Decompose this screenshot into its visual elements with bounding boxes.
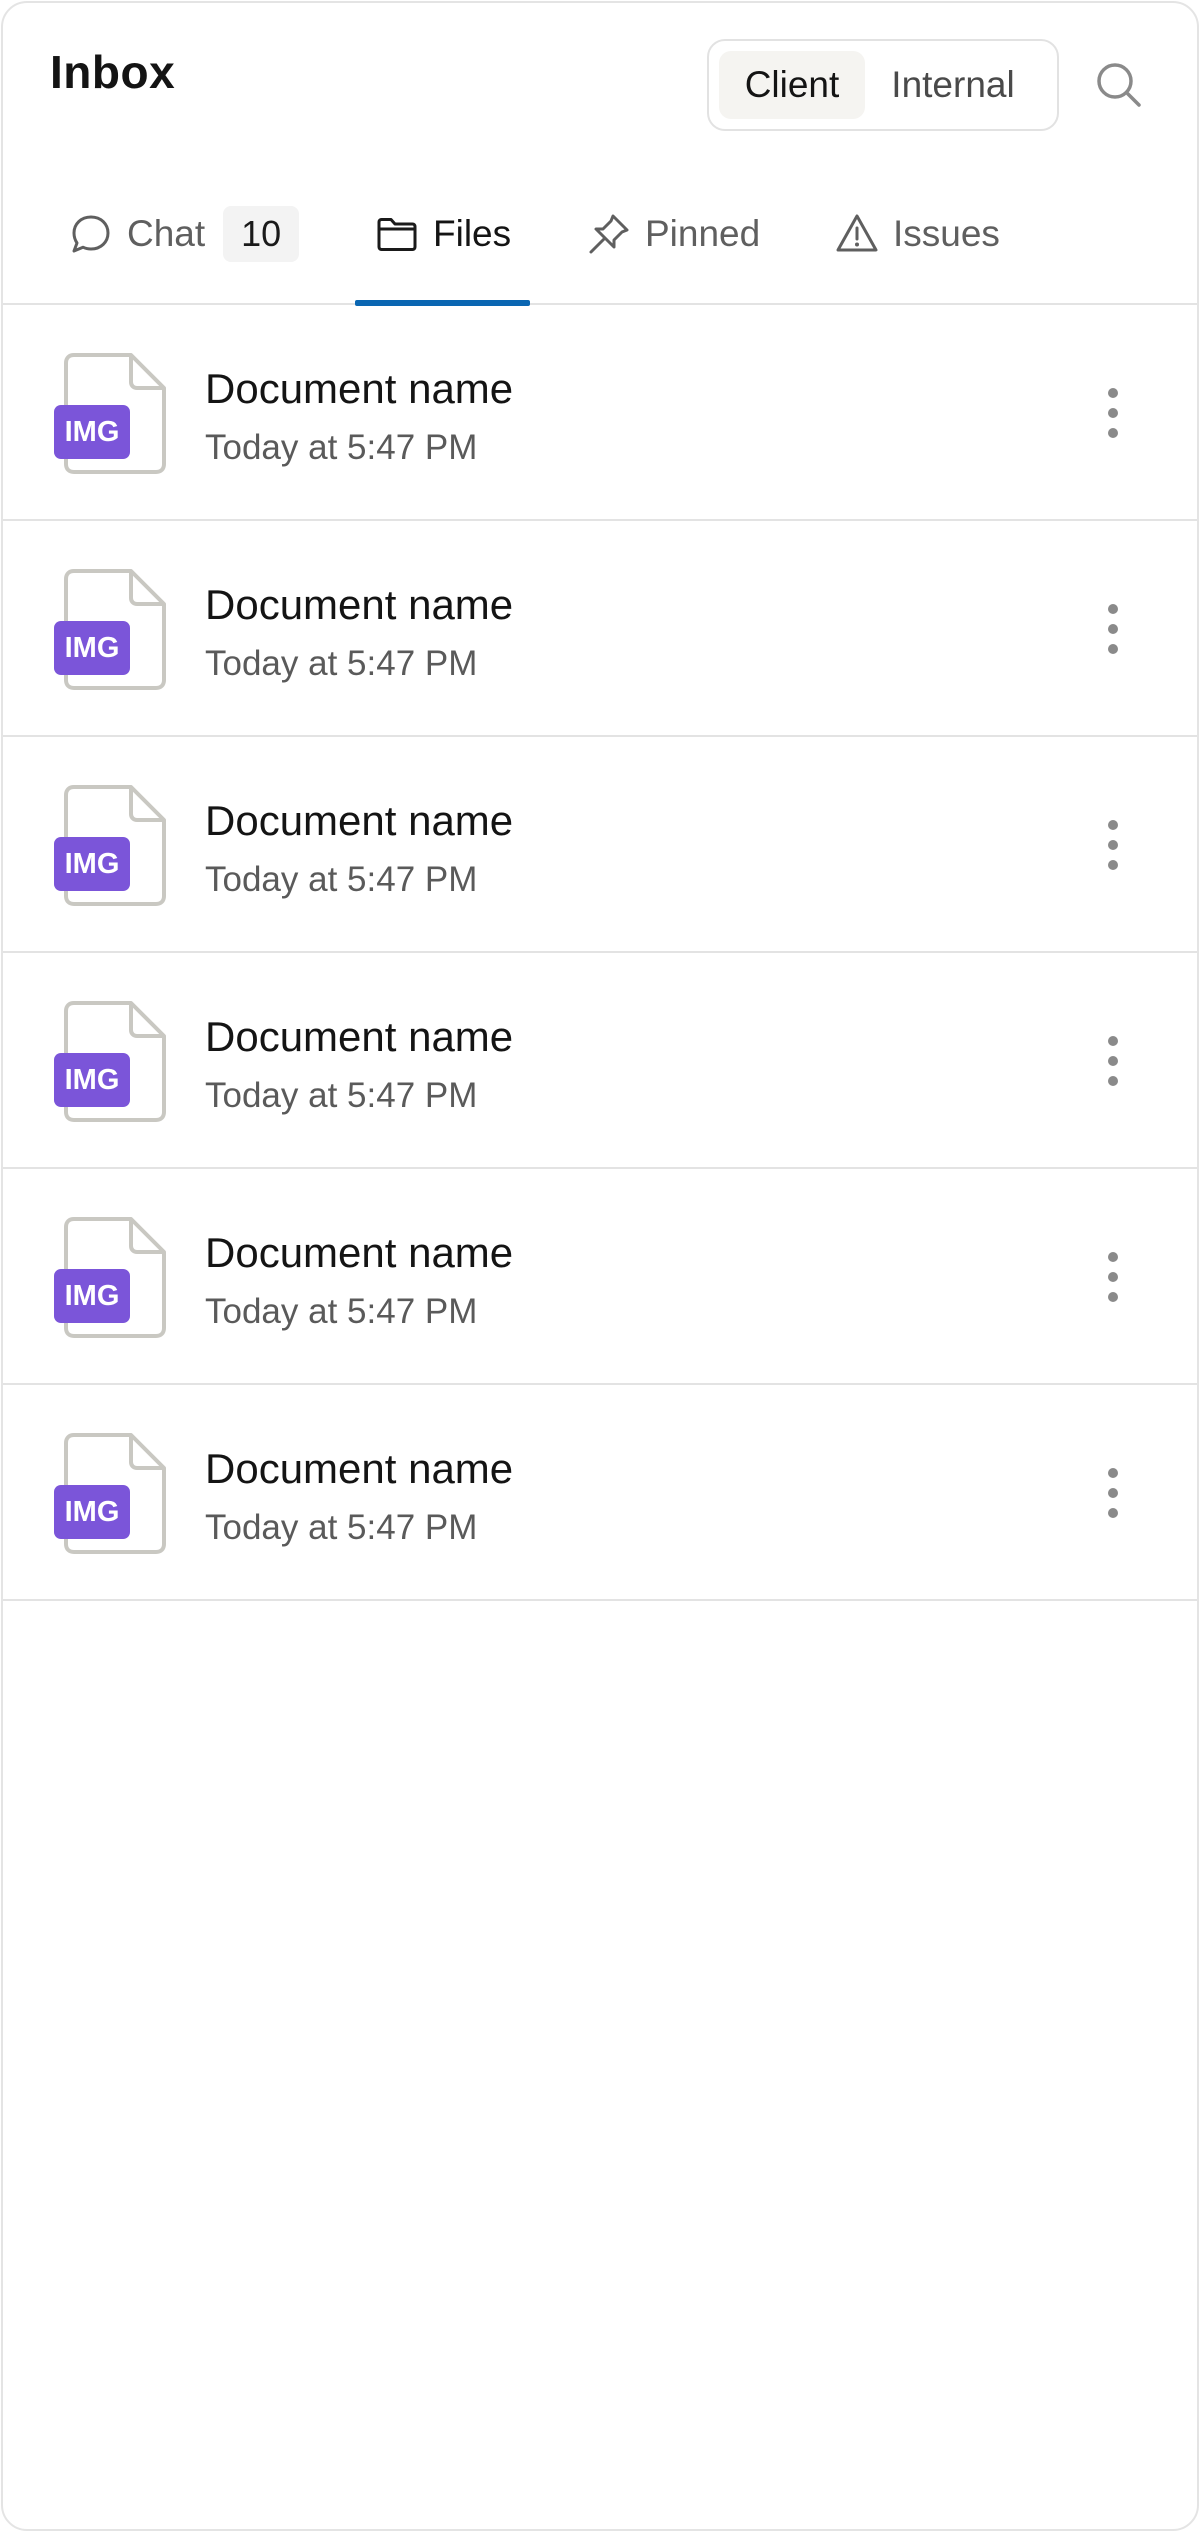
tab-chat[interactable]: Chat 10 bbox=[69, 163, 300, 305]
image-file-icon: IMG bbox=[53, 352, 169, 476]
client-internal-toggle: Client Internal bbox=[707, 39, 1059, 131]
file-timestamp: Today at 5:47 PM bbox=[205, 644, 478, 683]
file-name: Document name bbox=[205, 1445, 514, 1492]
file-timestamp: Today at 5:47 PM bbox=[205, 1292, 478, 1331]
folder-icon bbox=[375, 212, 419, 256]
pin-icon bbox=[587, 212, 631, 256]
file-name: Document name bbox=[205, 1229, 514, 1276]
file-name: Document name bbox=[205, 797, 514, 844]
more-options-icon[interactable] bbox=[1093, 1463, 1133, 1523]
segment-client[interactable]: Client bbox=[719, 51, 865, 119]
file-type-badge: IMG bbox=[65, 1496, 120, 1528]
file-list: IMG Document name Today at 5:47 PM IMG D… bbox=[3, 305, 1197, 1601]
file-row[interactable]: IMG Document name Today at 5:47 PM bbox=[3, 305, 1197, 521]
tab-issues[interactable]: Issues bbox=[835, 163, 1000, 305]
more-options-icon[interactable] bbox=[1093, 383, 1133, 443]
search-icon[interactable] bbox=[1093, 59, 1145, 111]
file-row[interactable]: IMG Document name Today at 5:47 PM bbox=[3, 1385, 1197, 1601]
image-file-icon: IMG bbox=[53, 1000, 169, 1124]
tab-pinned[interactable]: Pinned bbox=[587, 163, 760, 305]
image-file-icon: IMG bbox=[53, 784, 169, 908]
tab-files[interactable]: Files bbox=[375, 163, 511, 305]
file-row[interactable]: IMG Document name Today at 5:47 PM bbox=[3, 1169, 1197, 1385]
tab-files-label: Files bbox=[433, 213, 512, 254]
segment-internal[interactable]: Internal bbox=[869, 51, 1037, 119]
chat-bubble-icon bbox=[69, 212, 113, 256]
more-options-icon[interactable] bbox=[1093, 1247, 1133, 1307]
file-timestamp: Today at 5:47 PM bbox=[205, 1076, 478, 1115]
file-timestamp: Today at 5:47 PM bbox=[205, 860, 478, 899]
tab-pinned-label: Pinned bbox=[645, 213, 761, 254]
file-type-badge: IMG bbox=[65, 632, 120, 664]
image-file-icon: IMG bbox=[53, 1432, 169, 1556]
tab-issues-label: Issues bbox=[893, 213, 1000, 254]
file-name: Document name bbox=[205, 365, 514, 412]
file-timestamp: Today at 5:47 PM bbox=[205, 1508, 478, 1547]
file-timestamp: Today at 5:47 PM bbox=[205, 428, 478, 467]
file-type-badge: IMG bbox=[65, 1064, 120, 1096]
image-file-icon: IMG bbox=[53, 1216, 169, 1340]
file-row[interactable]: IMG Document name Today at 5:47 PM bbox=[3, 737, 1197, 953]
tab-chat-label: Chat bbox=[127, 213, 206, 254]
file-row[interactable]: IMG Document name Today at 5:47 PM bbox=[3, 521, 1197, 737]
image-file-icon: IMG bbox=[53, 568, 169, 692]
file-name: Document name bbox=[205, 1013, 514, 1060]
file-row[interactable]: IMG Document name Today at 5:47 PM bbox=[3, 953, 1197, 1169]
file-type-badge: IMG bbox=[65, 1280, 120, 1312]
file-type-badge: IMG bbox=[65, 416, 120, 448]
more-options-icon[interactable] bbox=[1093, 1031, 1133, 1091]
chat-count-badge: 10 bbox=[223, 206, 300, 262]
file-name: Document name bbox=[205, 581, 514, 628]
page-title: Inbox bbox=[50, 46, 176, 98]
warning-icon bbox=[835, 212, 879, 256]
tab-bar: Chat 10 Files Pinned Issues bbox=[3, 163, 1197, 306]
more-options-icon[interactable] bbox=[1093, 815, 1133, 875]
inbox-panel: Inbox Client Internal Chat 10 Files Pinn… bbox=[1, 1, 1199, 2531]
file-type-badge: IMG bbox=[65, 848, 120, 880]
inbox-header: Inbox Client Internal bbox=[3, 3, 1197, 163]
more-options-icon[interactable] bbox=[1093, 599, 1133, 659]
